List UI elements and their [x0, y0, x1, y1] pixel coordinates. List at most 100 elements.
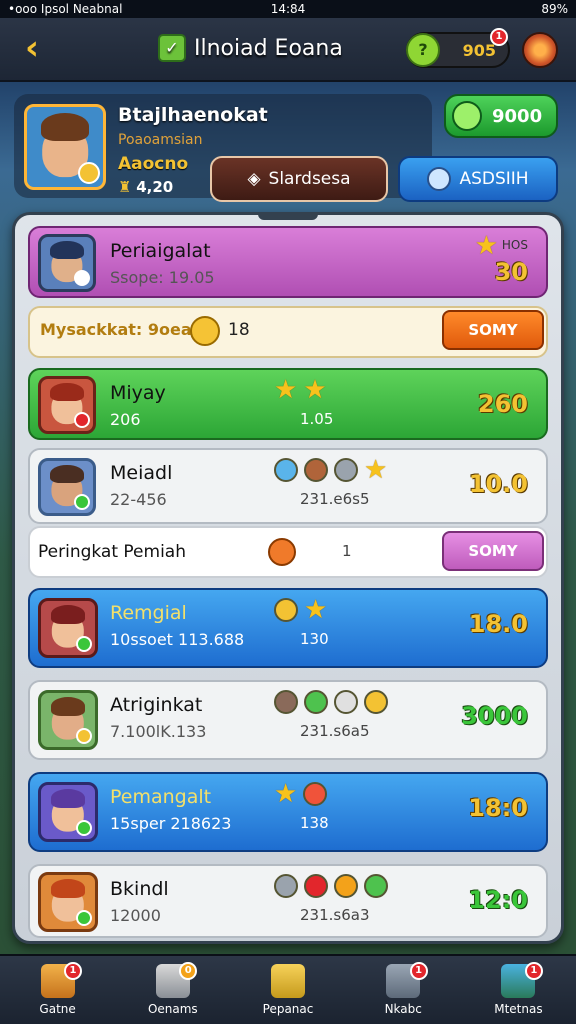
row-avatar: [38, 872, 98, 932]
nav-label: Nkabc: [384, 1002, 422, 1016]
row-score: 12000: [110, 906, 161, 925]
medal-icon: [274, 598, 298, 622]
row-avatar: [38, 376, 96, 434]
nav-label: Oenams: [147, 1002, 198, 1016]
player-trophies: ♜ 4,20: [118, 178, 174, 196]
compass-icon: ◈: [247, 169, 261, 189]
leaderboard-row[interactable]: Meiadl 22-456 ★ 231.e6s5 10.0: [28, 448, 548, 524]
star-icon: ★: [303, 375, 327, 405]
status-bar: •ooo Ipsol Neabnal 14:84 89%: [0, 0, 576, 18]
row-points: 18.0: [468, 610, 528, 638]
row-avatar: [38, 598, 98, 658]
row-medals: [274, 690, 388, 714]
nav-badge: 1: [64, 962, 82, 980]
skull-icon: [274, 690, 298, 714]
shield-icon: [274, 458, 298, 482]
star-icon: ★: [274, 375, 298, 405]
player-name: Btajlhaenokat: [118, 104, 268, 126]
leaderboard-row[interactable]: Atriginkat 7.100lK.133 231.s6a5 3000: [28, 680, 548, 760]
row-name: Pemangalt: [110, 786, 212, 808]
trophy-icon: ♜: [118, 178, 137, 196]
row-points: 30: [494, 258, 528, 286]
leaderboard-row[interactable]: Periaigalat Ssope: 19.05 HOS ★ 30: [28, 226, 548, 298]
timer-icon: [268, 538, 296, 566]
row-avatar: [38, 690, 98, 750]
level-coin-icon: [78, 162, 100, 184]
row-avatar: [38, 234, 96, 292]
banner-action-button[interactable]: SOMY: [442, 531, 544, 571]
row-mid-value: 231.e6s5: [300, 490, 370, 508]
row-name: Meiadl: [110, 462, 173, 484]
row-score: 10ssoet 113.688: [110, 630, 245, 649]
coin-icon: ?: [406, 33, 440, 67]
face-icon: [304, 458, 328, 482]
row-points: 12:0: [468, 886, 528, 914]
row-name: Remgial: [110, 602, 187, 624]
page-title: ✓ Ilnoiad Eoana: [158, 34, 343, 62]
nav-item-game[interactable]: Gatne 1: [0, 956, 115, 1024]
banner-action-button[interactable]: SOMY: [442, 310, 544, 350]
row-mid-value: 1.05: [300, 410, 334, 428]
leaderboard-row[interactable]: Bkindl 12000 231.s6a3 12:0: [28, 864, 548, 938]
row-mid-value: 231.s6a5: [300, 722, 370, 740]
leaderboard-row[interactable]: Pemangalt 15sper 218623 ★ 138 18:0: [28, 772, 548, 852]
nav-item-items[interactable]: Oenams 0: [115, 956, 230, 1024]
row-name: Miyay: [110, 382, 166, 404]
page-title-text: Ilnoiad Eoana: [194, 35, 343, 61]
row-score: 7.100lK.133: [110, 722, 207, 741]
player-avatar[interactable]: [24, 104, 106, 190]
row-score: 15sper 218623: [110, 814, 232, 833]
nav-badge: 1: [524, 962, 543, 980]
row-points: 260: [477, 390, 528, 418]
nav-item-missions[interactable]: Mtetnas 1: [461, 956, 576, 1024]
star-icon: ★: [274, 779, 298, 809]
helmet-icon: [274, 874, 298, 898]
row-mid-value: 231.s6a3: [300, 906, 370, 924]
row-name: Periaigalat: [110, 240, 211, 262]
row-points: 10.0: [468, 470, 528, 498]
leaderboard-row[interactable]: Miyay 206 ★ ★ 1.05 260: [28, 368, 548, 440]
row-name: Bkindl: [110, 878, 169, 900]
coin-icon: [364, 690, 388, 714]
dragon-icon: [304, 690, 328, 714]
smiley-icon: [190, 316, 220, 346]
row-medals: ★: [274, 597, 327, 623]
banner-mid: 1: [342, 542, 352, 560]
nav-label: Pepanac: [262, 1002, 314, 1016]
nav-item-home[interactable]: Pepanac: [230, 956, 345, 1024]
row-mid-value: 130: [300, 630, 329, 648]
gems-value: 9000: [492, 105, 543, 127]
leaderboard-row[interactable]: Remgial 10ssoet 113.688 ★ 130 18.0: [28, 588, 548, 668]
face-icon: [303, 782, 328, 806]
row-medals: [274, 874, 388, 898]
banner-count: 18: [228, 320, 250, 340]
pencil-icon: [427, 167, 452, 191]
helmet-icon: [334, 458, 358, 482]
panel-tab: [258, 212, 318, 220]
row-avatar: [38, 458, 96, 516]
secondary-button-label: ASDSIIH: [459, 169, 529, 189]
star-icon: ★: [364, 455, 388, 485]
row-medals: ★ ★: [274, 375, 327, 405]
row-name: Atriginkat: [110, 694, 203, 716]
nav-label: Gatne: [39, 1002, 76, 1016]
back-chevron-icon[interactable]: ‹: [16, 31, 48, 66]
banner-title: Mysackkat: 9oeai: [40, 320, 198, 339]
settings-gear-icon[interactable]: [522, 32, 558, 68]
gems-button[interactable]: 9000: [444, 94, 558, 138]
primary-button[interactable]: ◈ Slardsesa: [210, 156, 388, 202]
row-mid-value: 138: [300, 814, 329, 832]
checkmark-icon: ✓: [158, 34, 186, 62]
row-score: Ssope: 19.05: [110, 268, 215, 287]
clock: 14:84: [270, 2, 306, 16]
nav-item-social[interactable]: Nkabc 1: [346, 956, 461, 1024]
row-avatar: [38, 782, 98, 842]
row-medals: ★: [274, 779, 328, 809]
flag-icon: [364, 874, 388, 898]
target-icon: [304, 874, 328, 898]
bottom-nav: Gatne 1 Oenams 0 Pepanac Nkabc 1 Mtetnas…: [0, 954, 576, 1024]
secondary-button[interactable]: ASDSIIH: [398, 156, 558, 202]
sun-icon: [334, 874, 358, 898]
nav-badge: 1: [409, 962, 428, 980]
nav-badge: 0: [179, 962, 198, 980]
